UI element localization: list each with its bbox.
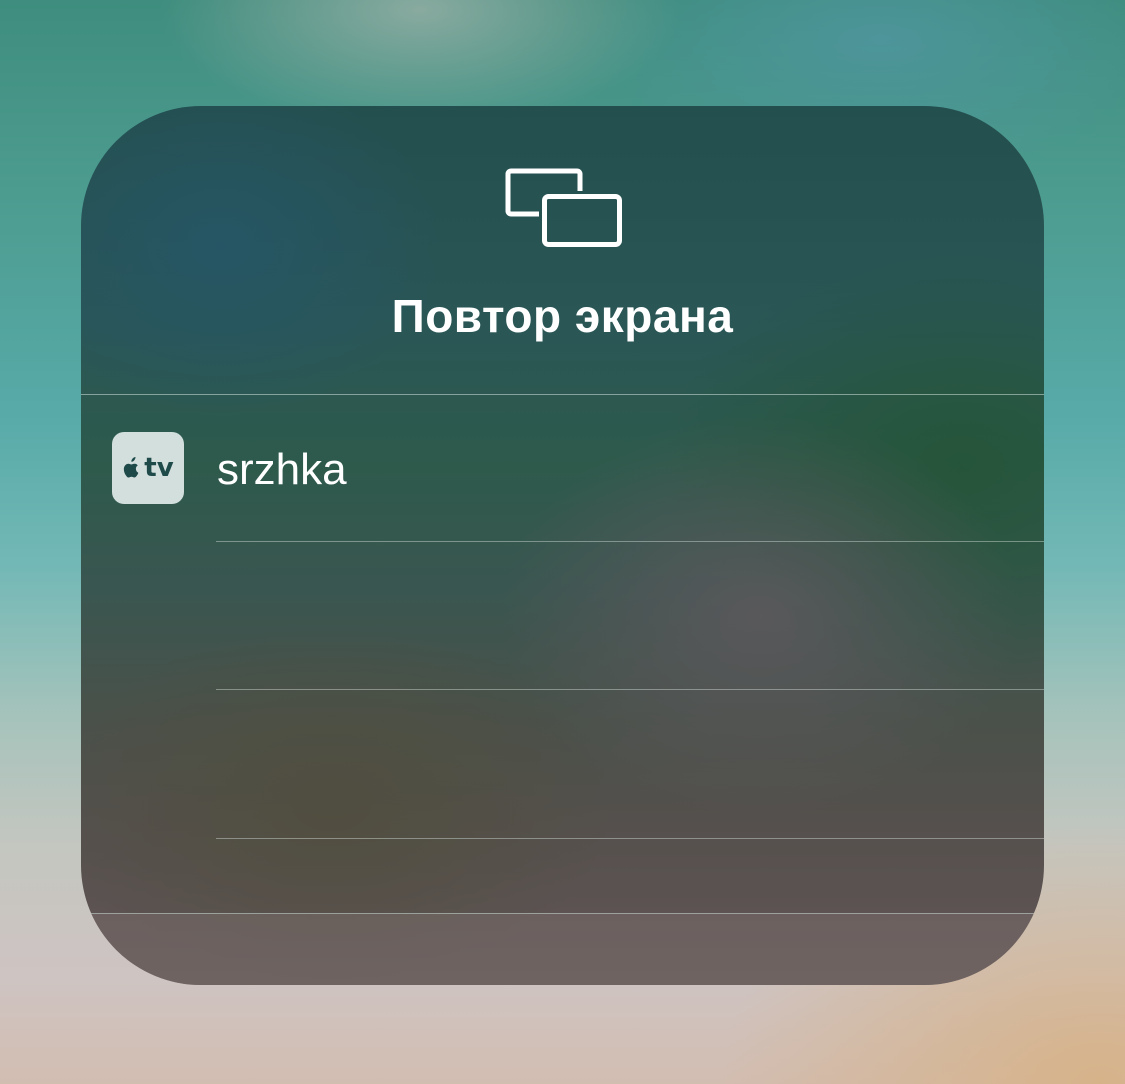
device-name: srzhka bbox=[217, 445, 347, 494]
empty-device-row bbox=[81, 690, 1044, 837]
apple-tv-label: tv bbox=[144, 453, 174, 483]
device-row-srzhka[interactable]: tv srzhka bbox=[81, 395, 1044, 541]
empty-device-row bbox=[81, 542, 1044, 689]
panel-footer bbox=[81, 914, 1044, 985]
row-divider bbox=[216, 838, 1044, 839]
screen-mirroring-panel: Повтор экрана tv srzhka bbox=[81, 106, 1044, 985]
screen-mirroring-icon bbox=[505, 168, 622, 247]
apple-logo-icon bbox=[124, 457, 139, 478]
apple-tv-icon: tv bbox=[112, 432, 184, 504]
panel-title: Повтор экрана bbox=[391, 290, 734, 342]
panel-header: Повтор экрана bbox=[81, 106, 1044, 394]
